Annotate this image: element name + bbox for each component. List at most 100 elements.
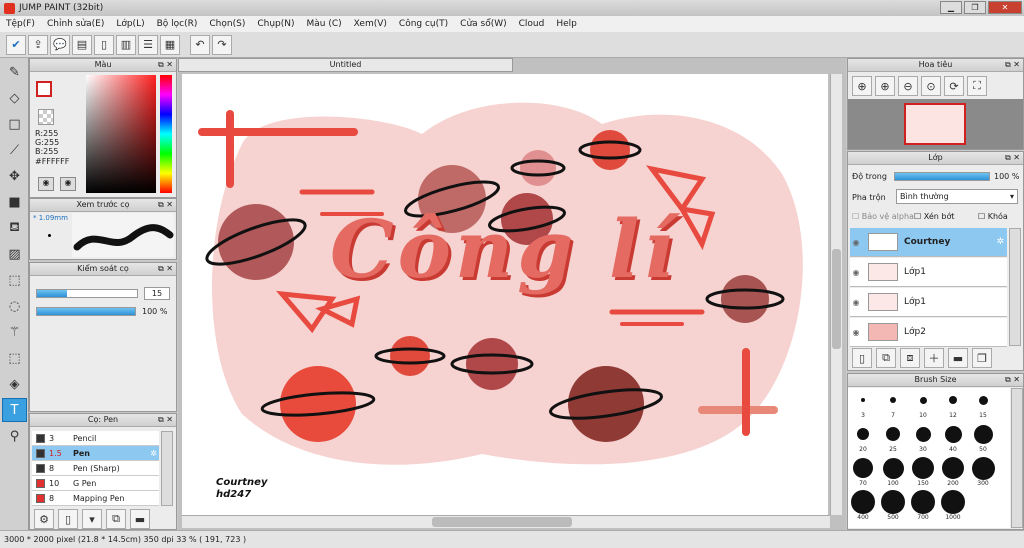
list-icon[interactable]: ☰ [138, 34, 158, 55]
lock-checkbox[interactable]: ☐ Khóa [978, 212, 1008, 221]
brush-size-option[interactable] [944, 425, 962, 443]
brush-menu-icon[interactable]: ▾ [82, 509, 102, 529]
select-pen-icon[interactable]: ⬚ [2, 346, 27, 370]
brush-size-option[interactable] [886, 427, 900, 441]
document-icon[interactable]: ▯ [94, 34, 114, 55]
brush-size-option[interactable] [911, 490, 935, 514]
protect-alpha-checkbox[interactable]: ☐ Bảo vệ alpha [852, 212, 914, 221]
eyedropper-tool-icon[interactable]: ⚲ [2, 424, 27, 448]
brush-size-option[interactable] [881, 490, 905, 514]
brush-size-option[interactable] [973, 424, 993, 444]
panel-close-icon[interactable]: ⧉ ✕ [158, 199, 173, 211]
brush-item-pencil[interactable]: 3 Pencil [32, 431, 159, 446]
brush-size-option[interactable] [912, 457, 934, 479]
add-layer-menu-icon[interactable]: ＋ [924, 348, 944, 368]
brush-tool-icon[interactable]: ✎ [2, 60, 27, 84]
menu-file[interactable]: Tệp(F) [0, 19, 41, 29]
brush-settings-icon[interactable]: ⚙ [34, 509, 54, 529]
minimize-button[interactable]: ▁ [940, 1, 962, 14]
brush-size-option[interactable] [890, 397, 896, 403]
menu-tools[interactable]: Công cụ(T) [393, 19, 454, 29]
bucket-tool-icon[interactable]: ⛾ [2, 216, 27, 240]
brush-size-option[interactable] [861, 398, 865, 402]
layer-list-scrollbar[interactable] [1009, 228, 1021, 346]
duplicate-icon[interactable]: ❐ [972, 348, 992, 368]
panel-close-icon[interactable]: ⧉ ✕ [158, 59, 173, 71]
brush-size-option[interactable] [942, 457, 964, 479]
foreground-color-swatch[interactable] [36, 81, 52, 97]
layer-row-lop1-2[interactable]: ◉ Lớp1 [850, 288, 1007, 317]
brush-size-option[interactable] [882, 457, 904, 479]
blend-mode-select[interactable]: Bình thường ▾ [896, 189, 1018, 204]
palette-icon[interactable]: ◉ [60, 177, 76, 191]
zoom-in-icon[interactable]: ⊕ [875, 76, 895, 96]
menu-window[interactable]: Cửa sổ(W) [454, 19, 512, 29]
navigator-preview[interactable] [848, 99, 1023, 149]
menu-help[interactable]: Help [550, 19, 583, 29]
menu-color[interactable]: Màu (C) [301, 19, 348, 29]
menu-capture[interactable]: Chụp(N) [251, 19, 300, 29]
menu-filter[interactable]: Bộ lọc(R) [151, 19, 204, 29]
panel-close-icon[interactable]: ⧉ ✕ [1005, 374, 1020, 386]
new-brush-icon[interactable]: ▯ [58, 509, 78, 529]
brush-item-g-pen[interactable]: 10 G Pen [32, 476, 159, 491]
gradient-tool-icon[interactable]: ▨ [2, 242, 27, 266]
document-tab[interactable]: Untitled [178, 58, 513, 72]
brush-size-option[interactable] [915, 426, 931, 442]
eyedropper-icon[interactable]: ◉ [38, 177, 54, 191]
message-icon[interactable]: ▤ [72, 34, 92, 55]
panel-close-icon[interactable]: ⧉ ✕ [158, 414, 173, 426]
panel-close-icon[interactable]: ⧉ ✕ [1005, 59, 1020, 71]
check-icon[interactable]: ✔ [6, 34, 26, 55]
brush-item-pen[interactable]: 1.5 Pen ✲ [32, 446, 159, 461]
magic-wand-icon[interactable]: ⚚ [2, 320, 27, 344]
zoom-fit-icon[interactable]: ⊕ [852, 76, 872, 96]
select-rect-icon[interactable]: ⬚ [2, 268, 27, 292]
select-eraser-icon[interactable]: ◈ [2, 372, 27, 396]
brush-size-slider[interactable] [36, 289, 138, 298]
panel-close-icon[interactable]: ⧉ ✕ [1005, 152, 1020, 164]
undo-icon[interactable]: ↶ [190, 34, 210, 55]
brush-size-option[interactable] [978, 395, 988, 405]
layer-row-lop2[interactable]: ◉ Lớp2 [850, 318, 1007, 347]
comment-icon[interactable]: 💬 [50, 34, 70, 55]
close-button[interactable]: ✕ [988, 1, 1022, 14]
brush-size-scrollbar[interactable] [1011, 388, 1023, 528]
folder-icon[interactable]: ▬ [130, 509, 150, 529]
zoom-actual-icon[interactable]: ⊙ [921, 76, 941, 96]
lasso-tool-icon[interactable]: ◌ [2, 294, 27, 318]
layer-row-lop1[interactable]: ◉ Lớp1 [850, 258, 1007, 287]
brush-opacity-slider[interactable] [36, 307, 136, 316]
copy-brush-icon[interactable]: ⧉ [106, 509, 126, 529]
transparent-color-swatch[interactable] [38, 109, 54, 125]
menu-select[interactable]: Chọn(S) [203, 19, 251, 29]
hue-slider[interactable] [160, 75, 172, 193]
menu-view[interactable]: Xem(V) [348, 19, 393, 29]
menu-edit[interactable]: Chỉnh sửa(E) [41, 19, 110, 29]
new-layer-icon[interactable]: ▯ [852, 348, 872, 368]
brush-item-mapping-pen[interactable]: 8 Mapping Pen [32, 491, 159, 506]
brush-size-option[interactable] [919, 396, 927, 404]
zoom-out-icon[interactable]: ⊖ [898, 76, 918, 96]
eraser-tool-icon[interactable]: ◇ [2, 86, 27, 110]
fill-rect-tool-icon[interactable]: ■ [2, 190, 27, 214]
brush-size-option[interactable] [971, 456, 995, 480]
canvas-horizontal-scrollbar[interactable] [182, 515, 830, 528]
fullscreen-icon[interactable]: ⛶ [967, 76, 987, 96]
menu-cloud[interactable]: Cloud [513, 19, 551, 29]
page-icon[interactable]: ▥ [116, 34, 136, 55]
layer-opacity-slider[interactable] [894, 172, 990, 181]
drawing-canvas[interactable]: Công lí Courtney hd247 [182, 74, 828, 515]
brush-item-pen-sharp[interactable]: 8 Pen (Sharp) [32, 461, 159, 476]
brush-size-option[interactable] [851, 490, 875, 514]
menu-layer[interactable]: Lớp(L) [110, 19, 150, 29]
redo-icon[interactable]: ↷ [212, 34, 232, 55]
maximize-button[interactable]: ❐ [964, 1, 986, 14]
brush-size-option[interactable] [949, 396, 957, 404]
brush-size-option[interactable] [941, 490, 965, 514]
brush-list-scrollbar[interactable] [161, 431, 173, 506]
copy-layer-icon[interactable]: ⧉ [876, 348, 896, 368]
layer-row-courtney[interactable]: ◉ Courtney ✲ [850, 228, 1007, 257]
merge-layer-icon[interactable]: ⧈ [900, 348, 920, 368]
move-tool-icon[interactable]: ✥ [2, 164, 27, 188]
